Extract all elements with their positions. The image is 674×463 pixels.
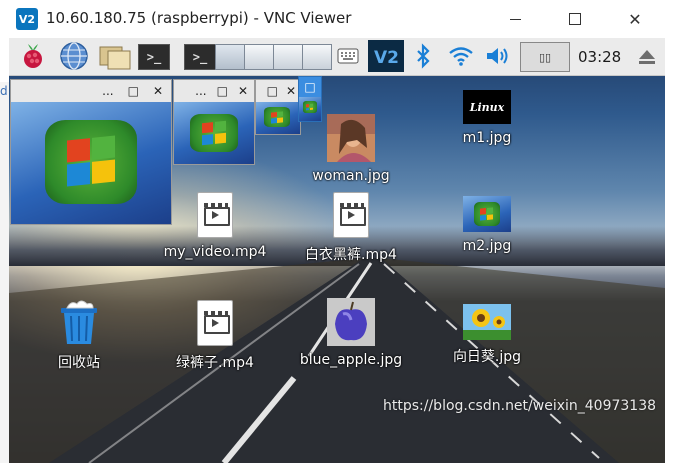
windows-logo-image-thumbnail (463, 196, 511, 232)
close-button[interactable]: ✕ (612, 0, 658, 38)
host-window-edge: d (0, 82, 9, 463)
raspberry-menu-icon[interactable] (17, 41, 49, 71)
csdn-watermark: https://blog.csdn.net/weixin_40973138 (383, 398, 657, 414)
window-title: 10.60.180.75 (raspberrypi) - VNC Viewer (46, 9, 352, 27)
taskbar-window-3[interactable] (273, 44, 303, 70)
icon-label: my_video.mp4 (163, 244, 267, 260)
taskbar-window-4[interactable] (302, 44, 332, 70)
wifi-icon[interactable] (447, 41, 475, 71)
desktop-icon-my-video-mp4[interactable]: my_video.mp4 (160, 192, 270, 260)
icon-label: m2.jpg (462, 238, 512, 254)
blue-apple-image-thumbnail (327, 298, 375, 346)
icon-label: woman.jpg (312, 168, 390, 184)
thumbnail-window-3-content (256, 102, 300, 134)
thumbnail-window-2-content (174, 102, 254, 164)
desktop-icon-white-black-mp4[interactable]: 白衣黑裤.mp4 (296, 192, 406, 264)
thumbnail-window-3[interactable]: □ ✕ (255, 79, 301, 135)
taskbar-window-1[interactable] (215, 44, 245, 70)
windows-logo-image (45, 120, 137, 204)
trash-icon (61, 300, 97, 344)
taskbar-terminal-window[interactable]: >_ (184, 44, 216, 70)
video-file-icon (197, 192, 233, 238)
bluetooth-icon[interactable] (411, 41, 435, 71)
linux-image-thumbnail: Linux (463, 90, 511, 124)
vnc-title-bar: V2 10.60.180.75 (raspberrypi) - VNC View… (0, 0, 674, 38)
thumbnail-window-2[interactable]: ... □ ✕ (173, 79, 255, 165)
vnc-logo-icon: V2 (16, 8, 38, 30)
svg-text:V2: V2 (374, 48, 399, 68)
windows-logo-image (303, 101, 317, 113)
thumbnail-window-1-maximize[interactable]: □ (128, 84, 139, 98)
thumbnail-window-1-titlebar: ... □ ✕ (11, 80, 171, 102)
desktop-icon-green-pants-mp4[interactable]: 绿裤子.mp4 (160, 300, 270, 372)
icon-label: 绿裤子.mp4 (176, 355, 254, 371)
thumbnail-window-2-titlebar: ... □ ✕ (174, 80, 254, 102)
desktop-icon-blue-apple-jpg[interactable]: blue_apple.jpg (296, 298, 406, 368)
desktop-icon-sunflower-jpg[interactable]: 向日葵.jpg (432, 304, 542, 366)
host-edge-text: d (0, 84, 8, 98)
file-manager-icon[interactable] (97, 41, 133, 71)
thumbnail-window-2-maximize[interactable]: □ (217, 84, 228, 98)
volume-icon[interactable] (483, 41, 511, 71)
eject-icon[interactable] (639, 50, 655, 64)
terminal-icon[interactable]: >_ (138, 44, 170, 70)
video-file-icon (333, 192, 369, 238)
thumbnail-window-2-close[interactable]: ✕ (238, 84, 248, 98)
icon-label: 向日葵.jpg (452, 349, 522, 365)
desktop-icon-m2-jpg[interactable]: m2.jpg (432, 196, 542, 254)
minimize-button[interactable] (492, 0, 538, 38)
windows-logo-image (190, 114, 238, 152)
woman-image-thumbnail (327, 114, 375, 162)
thumbnail-window-3-titlebar: □ ✕ (256, 80, 300, 102)
thumbnail-window-4-maximize[interactable]: □ (304, 80, 315, 94)
thumbnail-window-1[interactable]: ... □ ✕ (10, 79, 172, 225)
pi-taskbar: >_ >_ V2 ▯▯ 03:28 (9, 38, 665, 76)
desktop-icon-m1-jpg[interactable]: Linux m1.jpg (432, 90, 542, 146)
icon-label: blue_apple.jpg (299, 352, 403, 368)
thumbnail-window-3-maximize[interactable]: □ (267, 84, 278, 98)
desktop-icon-recycle-bin[interactable]: 回收站 (24, 298, 134, 372)
maximize-button[interactable] (552, 0, 598, 38)
taskbar-clock: 03:28 (578, 48, 622, 66)
sunflower-image-thumbnail (463, 304, 511, 340)
icon-label: m1.jpg (462, 130, 512, 146)
thumbnail-window-3-close[interactable]: ✕ (286, 84, 296, 98)
icon-label: 回收站 (58, 355, 100, 371)
video-file-icon (197, 300, 233, 346)
vnc-server-icon[interactable]: V2 (368, 40, 404, 72)
icon-label: 白衣黑裤.mp4 (305, 247, 397, 263)
thumbnail-window-1-close[interactable]: ✕ (153, 84, 163, 98)
taskbar-window-2[interactable] (244, 44, 274, 70)
windows-logo-image (264, 107, 290, 127)
thumbnail-window-4-titlebar: □ (299, 77, 321, 97)
thumbnail-window-1-content (11, 102, 171, 224)
browser-globe-icon[interactable] (57, 41, 91, 71)
desktop-icon-woman-jpg[interactable]: woman.jpg (296, 114, 406, 184)
thumbnail-window-2-menu[interactable]: ... (195, 84, 206, 98)
thumbnail-window-1-menu[interactable]: ... (102, 84, 113, 98)
keyboard-icon[interactable] (335, 41, 361, 71)
tray-box-widget[interactable]: ▯▯ (520, 42, 570, 72)
